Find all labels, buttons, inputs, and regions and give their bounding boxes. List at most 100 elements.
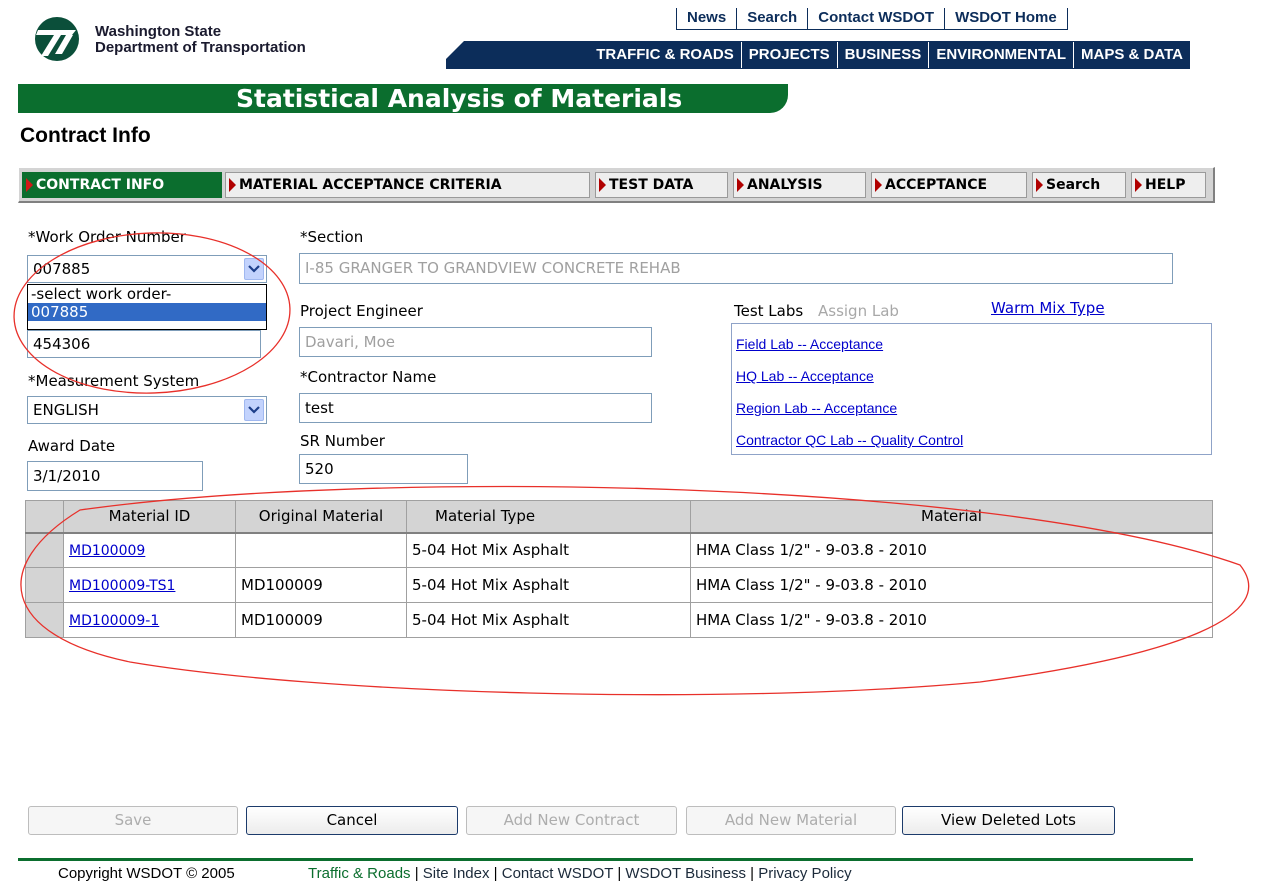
logo-line-2: Department of Transportation [95,39,306,56]
footer-separator: | [410,865,423,882]
table-row[interactable]: MD100009 5-04 Hot Mix Asphalt HMA Class … [25,532,1213,568]
nav-traffic-roads[interactable]: TRAFFIC & ROADS [589,42,741,68]
footer-separator: | [745,865,759,882]
tab-test-data[interactable]: TEST DATA [595,172,728,198]
project-engineer-field[interactable]: Davari, Moe [299,327,652,357]
material-id-link[interactable]: MD100009-1 [69,613,159,629]
lab-link-field[interactable]: Field Lab -- Acceptance [736,336,883,352]
award-date-label: Award Date [28,437,116,455]
nav-business[interactable]: BUSINESS [836,42,929,68]
nav-maps-data[interactable]: MAPS & DATA [1073,42,1190,68]
main-nav: TRAFFIC & ROADS PROJECTS BUSINESS ENVIRO… [446,41,1190,69]
original-material-cell [235,532,407,568]
table-header-row: Material ID Original Material Material T… [25,500,1213,534]
nav-projects[interactable]: PROJECTS [740,42,837,68]
material-type-cell: 5-04 Hot Mix Asphalt [406,602,691,638]
table-row[interactable]: MD100009-1 MD100009 5-04 Hot Mix Asphalt… [25,602,1213,638]
tab-strip: CONTRACT INFO MATERIAL ACCEPTANCE CRITER… [18,167,1215,203]
work-order-dropdown-list: -select work order- 007885 [27,284,267,330]
tab-arrow-icon [229,178,236,192]
material-cell: HMA Class 1/2" - 9-03.8 - 2010 [690,602,1213,638]
tab-label: MATERIAL ACCEPTANCE CRITERIA [239,177,502,193]
nav-environmental[interactable]: ENVIRONMENTAL [928,42,1073,68]
tab-material-acceptance-criteria[interactable]: MATERIAL ACCEPTANCE CRITERIA [225,172,590,198]
footer-link-privacy[interactable]: Privacy Policy [758,865,851,882]
tab-acceptance[interactable]: ACCEPTANCE [871,172,1027,198]
lab-link-hq[interactable]: HQ Lab -- Acceptance [736,368,874,384]
section-field[interactable]: I-85 GRANGER TO GRANDVIEW CONCRETE REHAB [299,253,1173,284]
contractor-name-value: test [305,399,334,417]
sr-number-label: SR Number [300,432,385,450]
material-cell: HMA Class 1/2" - 9-03.8 - 2010 [690,567,1213,603]
material-cell: HMA Class 1/2" - 9-03.8 - 2010 [690,532,1213,568]
dropdown-option-selected[interactable]: 007885 [28,303,266,321]
tab-label: TEST DATA [609,177,694,193]
lab-link-contractor-qc[interactable]: Contractor QC Lab -- Quality Control [736,432,963,448]
test-labs-label: Test Labs [734,302,804,320]
footer-link-traffic-roads[interactable]: Traffic & Roads [308,865,411,882]
column-header-original-material[interactable]: Original Material [235,500,407,534]
material-type-cell: 5-04 Hot Mix Asphalt [406,567,691,603]
original-material-cell: MD100009 [235,567,407,603]
wsdot-logo-icon [35,17,79,61]
column-header-material[interactable]: Material [690,500,1213,534]
tab-search[interactable]: Search [1032,172,1126,198]
material-id-cell: MD100009 [63,532,236,568]
footer-link-business[interactable]: WSDOT Business [625,865,746,882]
util-link-search[interactable]: Search [737,8,809,30]
tab-help[interactable]: HELP [1131,172,1206,198]
contractor-name-field[interactable]: test [299,393,652,423]
add-new-contract-button[interactable]: Add New Contract [466,806,677,835]
view-deleted-lots-button[interactable]: View Deleted Lots [902,806,1115,835]
section-value: I-85 GRANGER TO GRANDVIEW CONCRETE REHAB [305,259,681,277]
project-engineer-value: Davari, Moe [305,333,396,351]
award-date-field[interactable]: 3/1/2010 [27,461,203,491]
column-header-material-type[interactable]: Material Type [406,500,691,534]
section-label: *Section [300,228,364,246]
footer-link-site-index[interactable]: Site Index [423,865,490,882]
row-selector[interactable] [25,532,64,568]
add-new-material-button[interactable]: Add New Material [686,806,896,835]
sr-number-value: 520 [305,460,334,478]
material-id-cell: MD100009-TS1 [63,567,236,603]
lab-link-region[interactable]: Region Lab -- Acceptance [736,400,897,416]
footer-link-contact[interactable]: Contact WSDOT [502,865,613,882]
dropdown-option[interactable]: -select work order- [28,285,266,303]
row-selector[interactable] [25,602,64,638]
tab-arrow-icon [1036,178,1043,192]
agency-logo-text[interactable]: Washington State Department of Transport… [95,24,306,56]
footer-separator: | [489,865,502,882]
measurement-system-select[interactable]: ENGLISH [27,396,267,424]
tab-arrow-icon [26,178,33,192]
tab-contract-info[interactable]: CONTRACT INFO [22,172,222,198]
dropdown-option[interactable]: 454306 [27,330,261,358]
logo-line-1: Washington State [95,23,222,40]
table-row[interactable]: MD100009-TS1 MD100009 5-04 Hot Mix Aspha… [25,567,1213,603]
chevron-down-icon[interactable] [244,399,264,421]
work-order-select[interactable]: 007885 [27,255,267,283]
footer-links: Traffic & Roads | Site Index | Contact W… [308,865,852,882]
tab-arrow-icon [1135,178,1142,192]
tab-analysis[interactable]: ANALYSIS [733,172,866,198]
util-link-contact[interactable]: Contact WSDOT [808,8,946,30]
material-id-link[interactable]: MD100009 [69,543,145,559]
tab-label: HELP [1145,177,1186,193]
measurement-system-label: *Measurement System [28,372,200,390]
row-selector[interactable] [25,567,64,603]
chevron-down-icon[interactable] [244,258,264,280]
footer-separator: | [613,865,626,882]
save-button[interactable]: Save [28,806,238,835]
tab-arrow-icon [737,178,744,192]
column-header-material-id[interactable]: Material ID [63,500,236,534]
footer-divider [18,858,1193,861]
util-link-news[interactable]: News [676,8,738,30]
award-date-value: 3/1/2010 [33,467,101,485]
sr-number-field[interactable]: 520 [299,454,468,484]
util-link-home[interactable]: WSDOT Home [945,8,1068,30]
tab-label: CONTRACT INFO [36,177,165,193]
material-id-link[interactable]: MD100009-TS1 [69,578,175,594]
warm-mix-type-link[interactable]: Warm Mix Type [991,299,1105,317]
tab-arrow-icon [875,178,882,192]
cancel-button[interactable]: Cancel [246,806,458,835]
tab-label: ANALYSIS [747,177,823,193]
